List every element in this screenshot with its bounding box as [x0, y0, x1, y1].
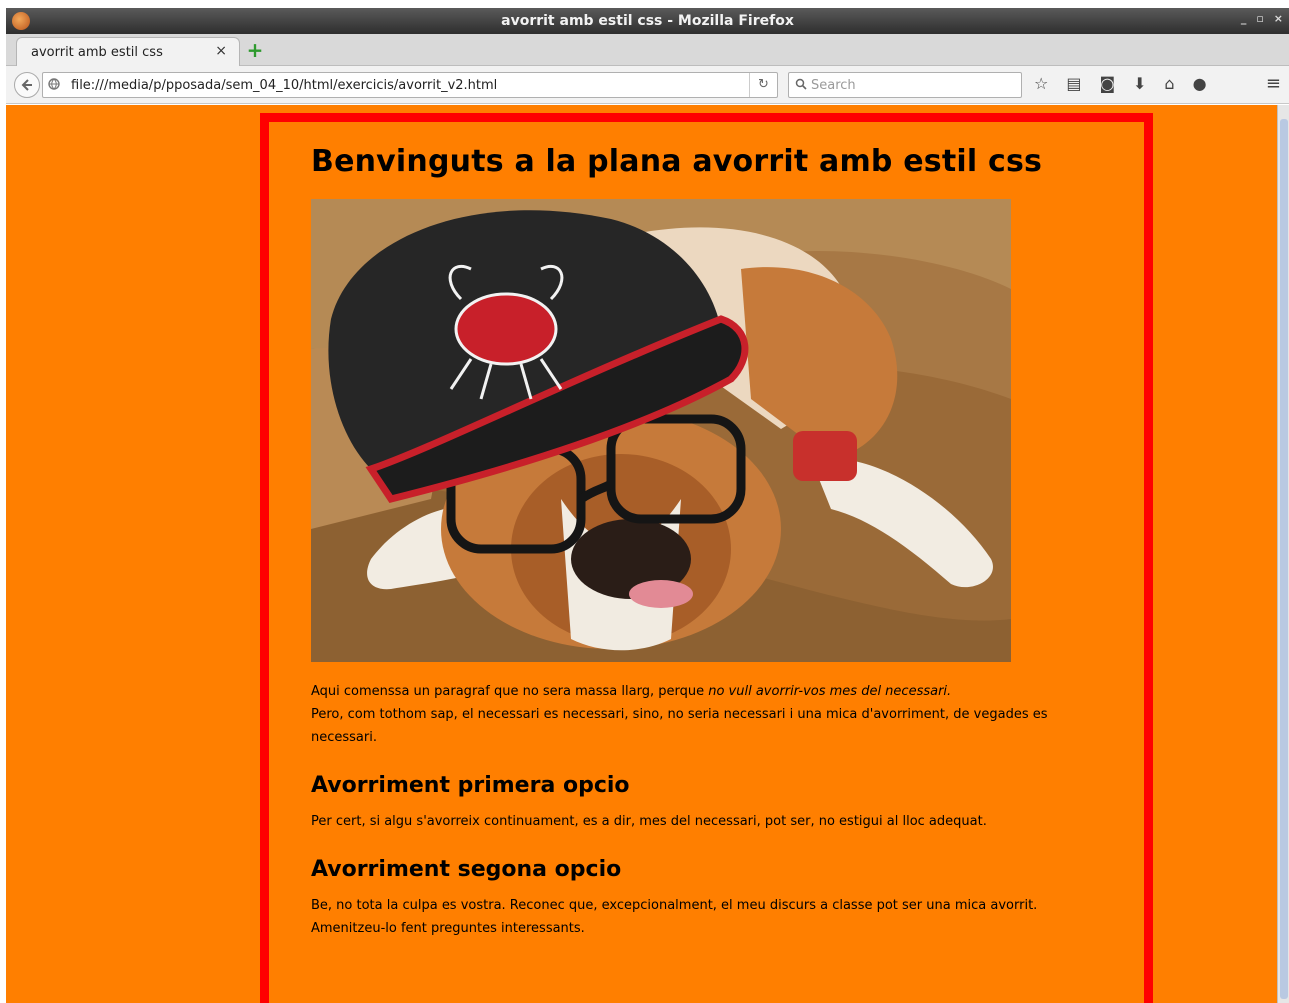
section-1-heading: Avorriment primera opcio [311, 773, 630, 798]
navigation-bar: file:///media/p/pposada/sem_04_10/html/e… [6, 66, 1289, 104]
search-bar[interactable] [788, 72, 1022, 98]
firefox-icon [12, 12, 30, 30]
intro-emphasis: no vull avorrir-vos mes del necessari. [708, 684, 952, 699]
intro-text-1: Aqui comenssa un paragraf que no sera ma… [311, 684, 709, 699]
content-box: Benvinguts a la plana avorrit amb estil … [260, 113, 1153, 1003]
section-2-paragraph: Be, no tota la culpa es vostra. Reconec … [311, 898, 1038, 936]
home-icon[interactable]: ⌂ [1164, 74, 1174, 93]
page-heading: Benvinguts a la plana avorrit amb estil … [311, 144, 1043, 179]
window-titlebar: avorrit amb estil css - Mozilla Firefox … [6, 8, 1289, 34]
back-arrow-icon [21, 79, 32, 91]
new-tab-icon[interactable]: + [244, 40, 266, 62]
close-window-button[interactable]: × [1274, 12, 1283, 25]
url-bar[interactable]: file:///media/p/pposada/sem_04_10/html/e… [42, 72, 778, 98]
tab-close-icon[interactable]: × [215, 43, 227, 59]
bookmark-star-icon[interactable]: ☆ [1034, 74, 1048, 93]
chat-icon[interactable]: ● [1193, 74, 1207, 93]
vertical-scrollbar[interactable] [1277, 105, 1289, 1003]
section-1-paragraph: Per cert, si algu s'avorreix continuamen… [311, 814, 987, 829]
site-identity-icon[interactable] [43, 77, 65, 93]
page-viewport: Benvinguts a la plana avorrit amb estil … [6, 105, 1277, 1003]
bulldog-photo [311, 199, 1011, 662]
toolbar-icons: ☆ ▤ ◙ ⬇ ⌂ ● [1034, 74, 1207, 93]
intro-paragraph: Aqui comenssa un paragraf que no sera ma… [311, 680, 1104, 749]
minimize-button[interactable]: _ [1241, 12, 1247, 25]
window-controls: _ ▫ × [1241, 12, 1283, 25]
window-title: avorrit amb estil css - Mozilla Firefox [501, 13, 794, 29]
section-2-heading: Avorriment segona opcio [311, 857, 622, 882]
pocket-icon[interactable]: ◙ [1099, 74, 1115, 93]
search-icon [795, 78, 807, 93]
scrollbar-thumb[interactable] [1280, 119, 1288, 999]
bookmarks-menu-icon[interactable]: ▤ [1066, 74, 1081, 93]
tab-active[interactable]: avorrit amb estil css × [16, 37, 240, 66]
intro-text-2: Pero, com tothom sap, el necessari es ne… [311, 707, 1048, 745]
maximize-button[interactable]: ▫ [1256, 12, 1263, 25]
reload-icon[interactable]: ↻ [749, 73, 777, 97]
search-input[interactable] [811, 77, 1011, 93]
tab-label: avorrit amb estil css [31, 44, 163, 60]
tab-strip: avorrit amb estil css × + [6, 34, 1289, 66]
back-button[interactable] [14, 72, 40, 98]
url-text[interactable]: file:///media/p/pposada/sem_04_10/html/e… [65, 78, 497, 93]
download-icon[interactable]: ⬇ [1133, 74, 1146, 93]
hamburger-menu-icon[interactable]: ≡ [1266, 73, 1281, 94]
